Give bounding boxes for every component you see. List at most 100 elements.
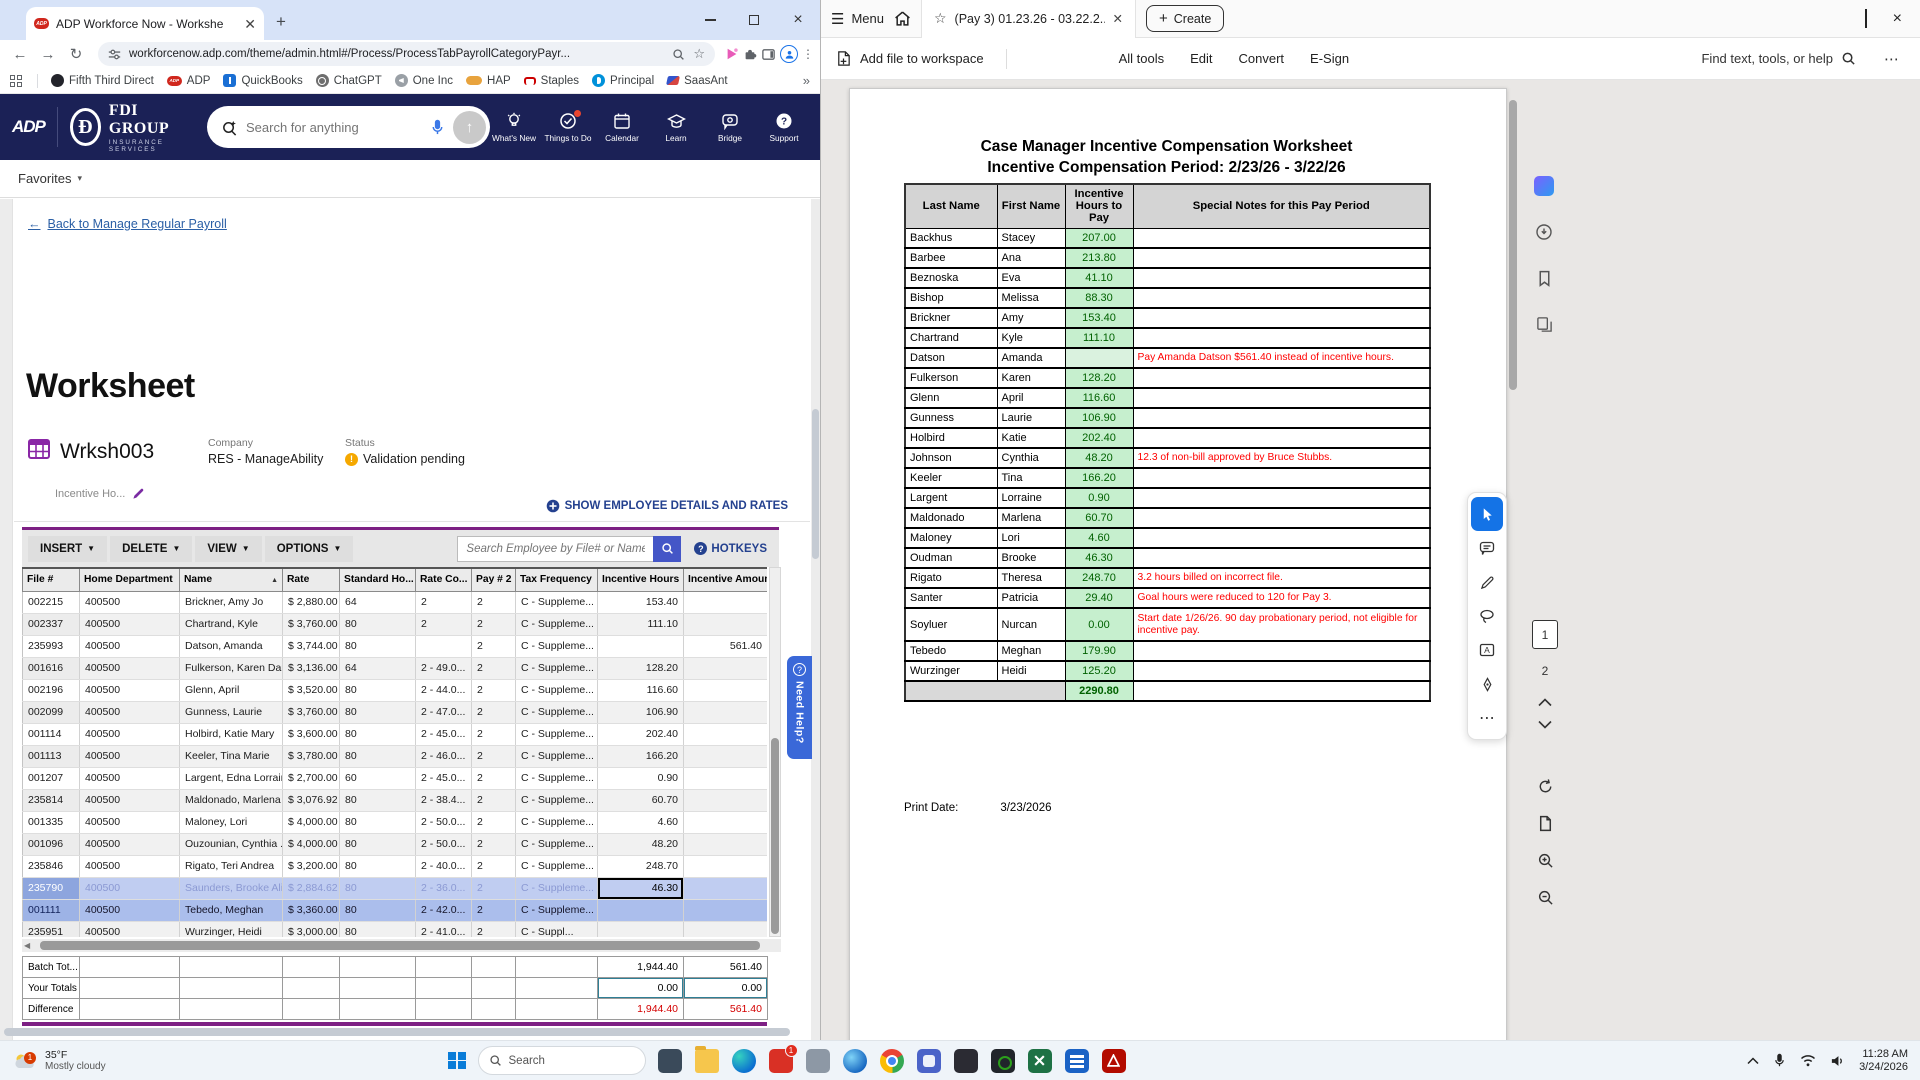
cell-name[interactable]: Brickner, Amy Jo	[180, 591, 283, 613]
cell-hours[interactable]: 116.60	[598, 679, 684, 701]
grid-row[interactable]: 002196400500Glenn, April$ 3,520.00802 - …	[23, 679, 768, 701]
cell-pay2[interactable]: 2	[472, 833, 516, 855]
zoom-page-icon[interactable]	[672, 48, 685, 61]
cell-file[interactable]: 001616	[23, 657, 80, 679]
cell-tax[interactable]: C - Suppleme...	[516, 877, 598, 899]
cell-pay2[interactable]: 2	[472, 679, 516, 701]
col-name[interactable]: ▲Name	[180, 568, 283, 591]
taskbar-clock[interactable]: 11:28 AM 3/24/2026	[1859, 1048, 1908, 1074]
cell-file[interactable]: 001114	[23, 723, 80, 745]
cell-std[interactable]: 64	[340, 657, 416, 679]
grid-row[interactable]: 001616400500Fulkerson, Karen Danz$ 3,136…	[23, 657, 768, 679]
cell-file[interactable]: 001207	[23, 767, 80, 789]
zoom-in-icon[interactable]	[1537, 852, 1554, 869]
cell-name[interactable]: Gunness, Laurie	[180, 701, 283, 723]
adp-search-input[interactable]	[246, 120, 422, 135]
apps-grid-icon[interactable]	[10, 75, 22, 87]
teams-icon[interactable]	[917, 1049, 941, 1073]
wifi-icon[interactable]	[1800, 1054, 1816, 1067]
page-2-thumbnail[interactable]: 2	[1532, 656, 1558, 685]
cell-rateco[interactable]: 2 - 36.0...	[416, 877, 472, 899]
cell-tax[interactable]: C - Suppleme...	[516, 723, 598, 745]
cell-rate[interactable]: $ 3,760.00	[283, 701, 340, 723]
your-total-hours[interactable]: 0.00	[598, 978, 684, 999]
cell-rateco[interactable]: 2 - 45.0...	[416, 723, 472, 745]
cell-dept[interactable]: 400500	[80, 635, 180, 657]
cell-pay2[interactable]: 2	[472, 701, 516, 723]
extension-pink-icon[interactable]	[725, 47, 739, 61]
grid-row[interactable]: 235993400500Datson, Amanda$ 3,744.00802C…	[23, 635, 768, 657]
taskbar-search[interactable]: Search	[478, 1046, 646, 1075]
cell-dept[interactable]: 400500	[80, 591, 180, 613]
cell-amount[interactable]	[684, 701, 768, 723]
cell-pay2[interactable]: 2	[472, 811, 516, 833]
bookmark-icon[interactable]	[1533, 267, 1555, 289]
all-tools-menu[interactable]: All tools	[1119, 51, 1165, 66]
bookmark-one-inc[interactable]: One Inc	[395, 74, 453, 87]
col-home-department[interactable]: Home Department	[80, 568, 180, 591]
cell-amount[interactable]: 561.40	[684, 635, 768, 657]
page-view-icon[interactable]	[1538, 815, 1553, 832]
cell-file[interactable]: 002337	[23, 613, 80, 635]
cell-pay2[interactable]: 2	[472, 657, 516, 679]
cell-file[interactable]: 001111	[23, 899, 80, 921]
grid-row[interactable]: 235846400500Rigato, Teri Andrea$ 3,200.0…	[23, 855, 768, 877]
grid-row[interactable]: 001113400500Keeler, Tina Marie$ 3,780.00…	[23, 745, 768, 767]
cell-hours[interactable]: 106.90	[598, 701, 684, 723]
cell-dept[interactable]: 400500	[80, 613, 180, 635]
cell-pay2[interactable]: 2	[472, 723, 516, 745]
cell-dept[interactable]: 400500	[80, 833, 180, 855]
cell-hours[interactable]: 4.60	[598, 811, 684, 833]
cell-dept[interactable]: 400500	[80, 745, 180, 767]
cell-dept[interactable]: 400500	[80, 701, 180, 723]
cell-name[interactable]: Maloney, Lori	[180, 811, 283, 833]
cell-rate[interactable]: $ 3,520.00	[283, 679, 340, 701]
col-pay-2[interactable]: Pay # 2	[472, 568, 516, 591]
more-options-icon[interactable]: ⋯	[1884, 50, 1900, 68]
create-button[interactable]: +Create	[1146, 5, 1224, 32]
cell-hours[interactable]: 46.30	[598, 877, 684, 899]
esign-menu[interactable]: E-Sign	[1310, 51, 1349, 66]
bookmarks-overflow-icon[interactable]: »	[803, 73, 810, 88]
settings-icon[interactable]	[806, 1049, 830, 1073]
cell-std[interactable]: 80	[340, 899, 416, 921]
cell-hours[interactable]: 202.40	[598, 723, 684, 745]
convert-menu[interactable]: Convert	[1239, 51, 1285, 66]
cell-tax[interactable]: C - Suppl...	[516, 921, 598, 937]
acrobat-icon[interactable]	[1102, 1049, 1126, 1073]
cell-rateco[interactable]: 2 - 38.4...	[416, 789, 472, 811]
browser-maximize-button[interactable]	[732, 0, 776, 40]
scrollbar-thumb[interactable]	[1509, 100, 1517, 390]
acrobat-menu-button[interactable]: ☰Menu	[831, 10, 884, 28]
extensions-puzzle-icon[interactable]	[743, 47, 757, 61]
add-text-tool[interactable]: A	[1471, 633, 1503, 667]
cell-name[interactable]: Holbird, Katie Mary	[180, 723, 283, 745]
employee-search-input[interactable]	[457, 536, 653, 562]
file-explorer-icon[interactable]	[695, 1049, 719, 1073]
cell-std[interactable]: 80	[340, 723, 416, 745]
cell-hours[interactable]: 48.20	[598, 833, 684, 855]
volume-icon[interactable]	[1830, 1054, 1845, 1068]
cell-hours[interactable]	[598, 635, 684, 657]
grid-row[interactable]: 235951400500Wurzinger, Heidi$ 3,000.0080…	[23, 921, 768, 937]
grid-row[interactable]: 002099400500Gunness, Laurie$ 3,760.00802…	[23, 701, 768, 723]
bookmark-hap[interactable]: HAP	[466, 75, 511, 87]
cell-pay2[interactable]: 2	[472, 613, 516, 635]
grid-row[interactable]: 001096400500Ouzounian, Cynthia ...$ 4,00…	[23, 833, 768, 855]
col-rate-code[interactable]: Rate Co...	[416, 568, 472, 591]
grid-row[interactable]: 235814400500Maldonado, Marlena$ 3,076.92…	[23, 789, 768, 811]
cell-std[interactable]: 60	[340, 767, 416, 789]
cell-tax[interactable]: C - Suppleme...	[516, 855, 598, 877]
task-view-icon[interactable]	[658, 1049, 682, 1073]
cell-std[interactable]: 80	[340, 811, 416, 833]
add-file-button[interactable]: Add file to workspace	[835, 50, 984, 67]
employee-search-button[interactable]	[653, 536, 681, 562]
cell-name[interactable]: Rigato, Teri Andrea	[180, 855, 283, 877]
acrobat-document-tab[interactable]: ☆ (Pay 3) 01.23.26 - 03.22.2... ✕	[921, 0, 1136, 38]
microphone-icon[interactable]	[1773, 1053, 1786, 1068]
page-horizontal-scrollbar[interactable]	[4, 1028, 790, 1036]
cell-dept[interactable]: 400500	[80, 921, 180, 937]
nav-bridge[interactable]: Bridge	[706, 112, 754, 143]
adp-logo[interactable]: ADP	[12, 117, 45, 137]
excel-icon[interactable]	[1028, 1049, 1052, 1073]
